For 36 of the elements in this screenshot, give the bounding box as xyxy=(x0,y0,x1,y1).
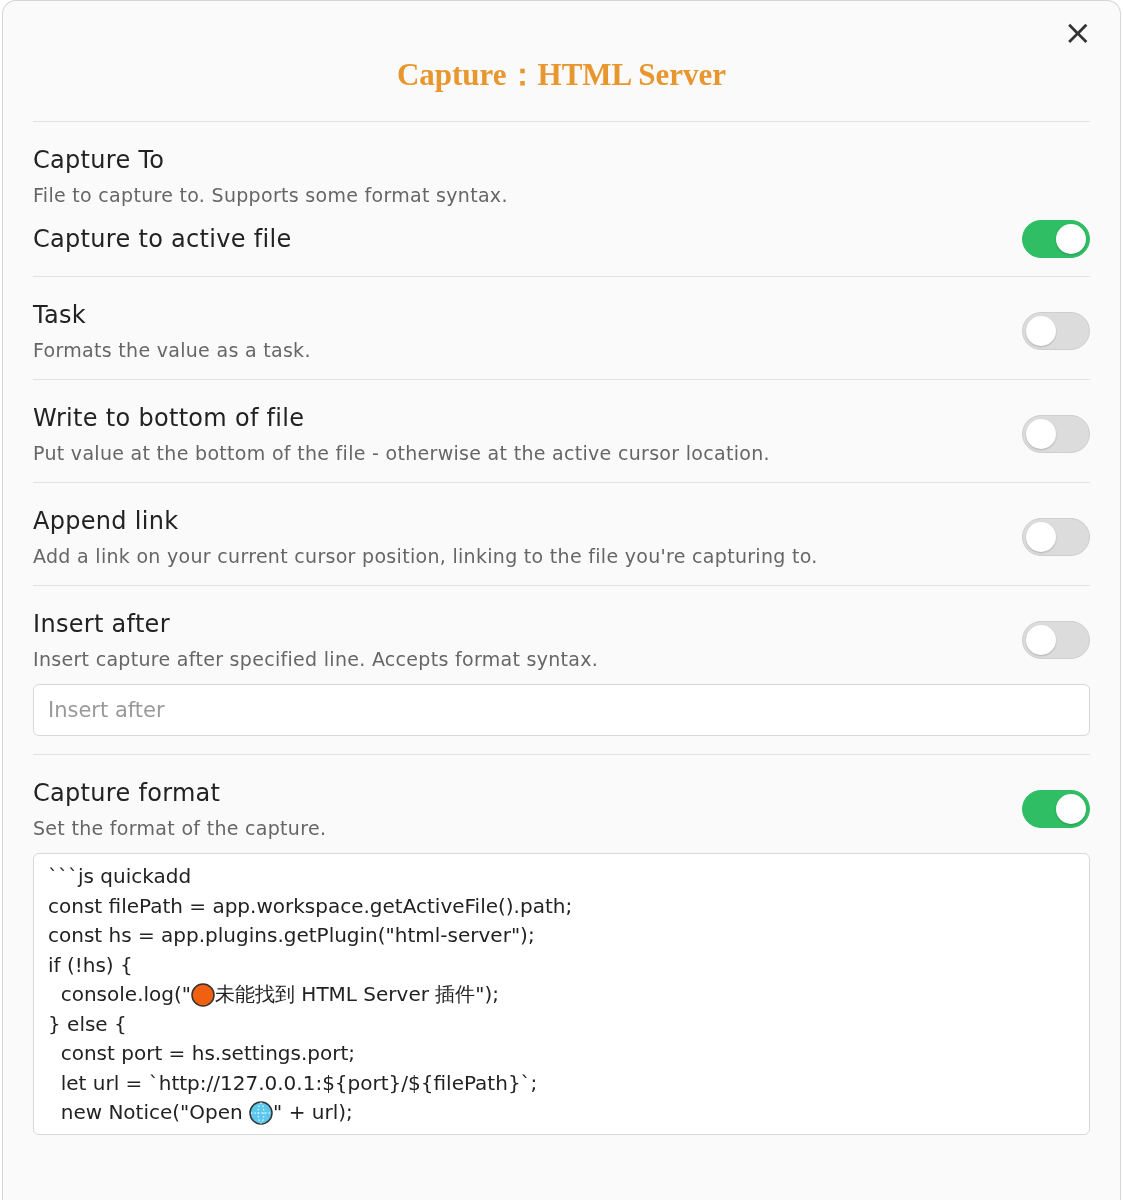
code-text: const port = hs.settings.port; xyxy=(59,1040,355,1067)
toggle-switch[interactable] xyxy=(1022,415,1090,453)
setting-name: Insert after xyxy=(33,610,170,638)
code-text: let url = `http://127.0.0.1:${port}/${filePath}`; xyxy=(59,1069,538,1097)
dialog-title: Capture：HTML Server xyxy=(396,56,727,94)
toggle-switch[interactable] xyxy=(1022,621,1090,659)
toggle-switch[interactable] xyxy=(1022,312,1090,350)
setting-name: Capture to active file xyxy=(33,225,292,253)
setting-description: Insert capture after specified line. Accepts format syntax. xyxy=(33,648,599,670)
input-field[interactable]: Insert after xyxy=(33,684,1090,736)
code-editor[interactable] xyxy=(33,853,1090,1135)
setting-description: File to capture to. Supports some format syntax. xyxy=(33,184,508,206)
toggle-switch[interactable] xyxy=(1022,220,1090,258)
setting-description: Formats the value as a task. xyxy=(33,339,311,361)
globe-icon xyxy=(249,1100,274,1125)
code-text: const filePath = app.workspace.getActiveFile().path; xyxy=(48,892,573,920)
setting-name: Write to bottom of file xyxy=(33,404,305,432)
toggle-switch[interactable] xyxy=(1022,518,1090,556)
code-text: " + url); xyxy=(273,1099,353,1126)
toggle-switch[interactable] xyxy=(1022,790,1090,828)
code-text: 未能找到 HTML Server 插件"); xyxy=(215,981,500,1008)
circle-icon xyxy=(191,982,215,1007)
code-text: } else { xyxy=(48,1010,127,1038)
setting-name: Append link xyxy=(33,507,179,535)
setting-name: Capture format xyxy=(33,779,221,807)
setting-description: Set the format of the capture. xyxy=(33,817,327,839)
close-button[interactable]: × xyxy=(1063,15,1092,49)
code-text: console.log(" xyxy=(59,981,191,1008)
code-text: if (!hs) { xyxy=(48,951,133,979)
code-text: new Notice("Open xyxy=(59,1099,244,1126)
code-text: const hs = app.plugins.getPlugin("html-server"); xyxy=(48,922,535,949)
setting-description: Add a link on your current cursor position, linking to the file you're capturing to. xyxy=(33,545,818,567)
code-text: ```js quickadd xyxy=(48,863,192,890)
setting-name: Task xyxy=(33,301,86,329)
setting-description: Put value at the bottom of the file - otherwise at the active cursor location. xyxy=(33,442,770,464)
setting-name: Capture To xyxy=(33,146,165,174)
